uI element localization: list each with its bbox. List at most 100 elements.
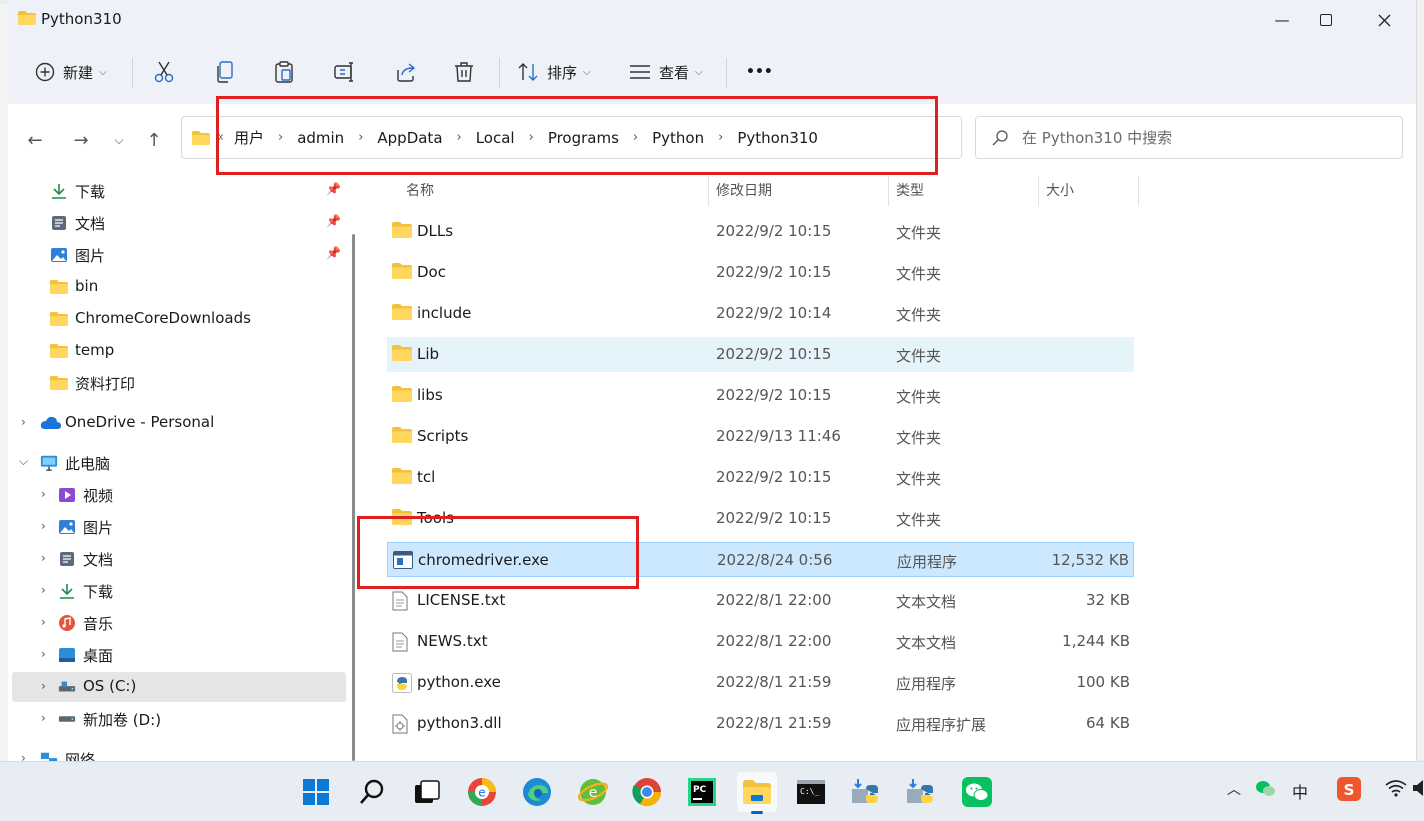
taskbar-app-browser-2[interactable]: e <box>573 772 613 812</box>
recent-locations-button[interactable]: ⌵ <box>105 126 133 154</box>
taskbar-app-python-installer[interactable] <box>845 772 885 812</box>
start-button[interactable] <box>296 772 336 812</box>
taskbar-app-python-installer-2[interactable] <box>900 772 940 812</box>
nav-item-desktop[interactable]: › 桌面 <box>8 640 348 670</box>
chevron-right-icon[interactable]: › <box>41 679 46 693</box>
column-header-size[interactable]: 大小 <box>1046 172 1074 208</box>
nav-item-quick-downloads[interactable]: 下载 📌 <box>8 176 348 206</box>
address-bar[interactable]: « 用户 › admin › AppData › Local › Program… <box>181 116 1121 159</box>
breadcrumb-programs[interactable]: Programs <box>548 129 619 147</box>
chevron-right-icon[interactable]: › <box>41 647 46 661</box>
back-button[interactable]: ← <box>21 126 49 154</box>
nav-item-documents[interactable]: › 文档 <box>8 544 348 574</box>
pin-icon[interactable]: 📌 <box>326 214 341 228</box>
file-row[interactable]: NEWS.txt 2022/8/1 22:00 文本文档 1,244 KB <box>387 624 1134 659</box>
chevron-down-icon[interactable]: ⌵ <box>19 454 28 469</box>
chevron-right-icon[interactable]: › <box>358 130 363 145</box>
speaker-icon[interactable] <box>1412 779 1424 801</box>
column-header-type[interactable]: 类型 <box>896 172 924 208</box>
wifi-icon[interactable] <box>1385 779 1407 801</box>
taskbar-app-browser[interactable]: e <box>462 772 502 812</box>
file-row[interactable]: libs 2022/9/2 10:15 文件夹 <box>387 378 1134 413</box>
file-row[interactable]: LICENSE.txt 2022/8/1 22:00 文本文档 32 KB <box>387 583 1134 618</box>
sogou-ime-icon[interactable]: S <box>1337 777 1361 805</box>
up-button[interactable]: ↑ <box>140 126 168 154</box>
more-options-button[interactable]: ••• <box>746 40 773 104</box>
file-row[interactable]: python.exe 2022/8/1 21:59 应用程序 100 KB <box>387 665 1134 700</box>
taskbar-app-edge[interactable] <box>517 772 557 812</box>
cut-button[interactable] <box>154 40 174 104</box>
chevron-right-icon[interactable]: › <box>718 130 723 145</box>
chevron-up-icon[interactable]: ︿ <box>1227 779 1241 799</box>
taskbar-app-chrome[interactable] <box>627 772 667 812</box>
nav-item-quick-pictures[interactable]: 图片 📌 <box>8 240 348 270</box>
copy-button[interactable] <box>215 40 235 104</box>
column-divider[interactable] <box>1038 176 1039 206</box>
column-header-name[interactable]: 名称 <box>406 172 434 208</box>
chevron-right-icon[interactable]: › <box>41 487 46 501</box>
taskbar-app-terminal[interactable]: C:\_ <box>791 772 831 812</box>
chevron-right-icon[interactable]: › <box>633 130 638 145</box>
nav-item-this-pc[interactable]: ⌵ 此电脑 <box>8 448 348 478</box>
nav-item-temp[interactable]: temp <box>8 336 348 366</box>
pin-icon[interactable]: 📌 <box>326 246 341 260</box>
column-divider[interactable] <box>1138 176 1139 206</box>
chevron-right-icon[interactable]: › <box>529 130 534 145</box>
share-button[interactable] <box>395 40 417 104</box>
chevron-right-icon[interactable]: › <box>41 711 46 725</box>
breadcrumb-appdata[interactable]: AppData <box>377 129 442 147</box>
file-row[interactable]: Scripts 2022/9/13 11:46 文件夹 <box>387 419 1134 454</box>
taskbar-app-pycharm[interactable]: PC <box>682 772 722 812</box>
chevron-right-icon[interactable]: › <box>21 415 26 429</box>
forward-button[interactable]: → <box>67 126 95 154</box>
sort-button[interactable]: 排序 ⌵ <box>517 40 591 104</box>
delete-button[interactable] <box>454 40 474 104</box>
ime-indicator[interactable]: 中 <box>1292 779 1308 803</box>
file-row[interactable]: python3.dll 2022/8/1 21:59 应用程序扩展 64 KB <box>387 706 1134 741</box>
maximize-button[interactable] <box>1297 0 1355 40</box>
column-divider[interactable] <box>708 176 709 206</box>
file-row[interactable]: Lib 2022/9/2 10:15 文件夹 <box>387 337 1134 372</box>
taskbar-app-file-explorer[interactable] <box>737 772 777 814</box>
nav-item-network[interactable]: › 网络 <box>8 744 348 761</box>
nav-item-pictures[interactable]: › 图片 <box>8 512 348 542</box>
file-row[interactable]: include 2022/9/2 10:14 文件夹 <box>387 296 1134 331</box>
chevron-right-icon[interactable]: › <box>278 130 283 145</box>
nav-item-downloads[interactable]: › 下载 <box>8 576 348 606</box>
file-row[interactable]: Tools 2022/9/2 10:15 文件夹 <box>387 501 1134 536</box>
search-input[interactable]: 在 Python310 中搜索 <box>975 116 1403 159</box>
nav-item-drive-d[interactable]: › 新加卷 (D:) <box>8 704 348 734</box>
chevron-right-icon[interactable]: › <box>41 615 46 629</box>
nav-item-print-materials[interactable]: 资料打印 <box>8 368 348 398</box>
task-view-button[interactable] <box>407 772 447 812</box>
navigation-scrollbar[interactable] <box>352 234 355 761</box>
pin-icon[interactable]: 📌 <box>326 182 341 196</box>
chevron-right-icon[interactable]: › <box>21 751 26 761</box>
file-row[interactable]: Doc 2022/9/2 10:15 文件夹 <box>387 255 1134 290</box>
taskbar-app-wechat[interactable] <box>957 772 997 812</box>
chevron-right-icon[interactable]: › <box>41 519 46 533</box>
new-button[interactable]: 新建 ⌵ <box>35 40 107 104</box>
nav-item-music[interactable]: › 音乐 <box>8 608 348 638</box>
column-header-date[interactable]: 修改日期 <box>716 172 772 208</box>
breadcrumb-local[interactable]: Local <box>476 129 515 147</box>
breadcrumb-admin[interactable]: admin <box>297 129 344 147</box>
nav-item-onedrive[interactable]: › OneDrive - Personal <box>8 408 348 438</box>
column-divider[interactable] <box>888 176 889 206</box>
view-button[interactable]: 查看 ⌵ <box>629 40 703 104</box>
close-button[interactable] <box>1355 0 1413 40</box>
file-row[interactable]: DLLs 2022/9/2 10:15 文件夹 <box>387 214 1134 249</box>
breadcrumb-python310[interactable]: Python310 <box>737 129 818 147</box>
nav-item-drive-c[interactable]: › OS (C:) <box>12 672 346 702</box>
breadcrumb-python[interactable]: Python <box>652 129 704 147</box>
breadcrumb-users[interactable]: 用户 <box>234 127 264 148</box>
chevron-right-icon[interactable]: › <box>457 130 462 145</box>
nav-item-quick-documents[interactable]: 文档 📌 <box>8 208 348 238</box>
search-button[interactable] <box>352 772 392 812</box>
file-row[interactable]: tcl 2022/9/2 10:15 文件夹 <box>387 460 1134 495</box>
chevron-right-icon[interactable]: › <box>41 551 46 565</box>
nav-item-videos[interactable]: › 视频 <box>8 480 348 510</box>
tray-wechat-icon[interactable] <box>1255 779 1277 803</box>
nav-item-bin[interactable]: bin <box>8 272 348 302</box>
rename-button[interactable] <box>334 40 356 104</box>
